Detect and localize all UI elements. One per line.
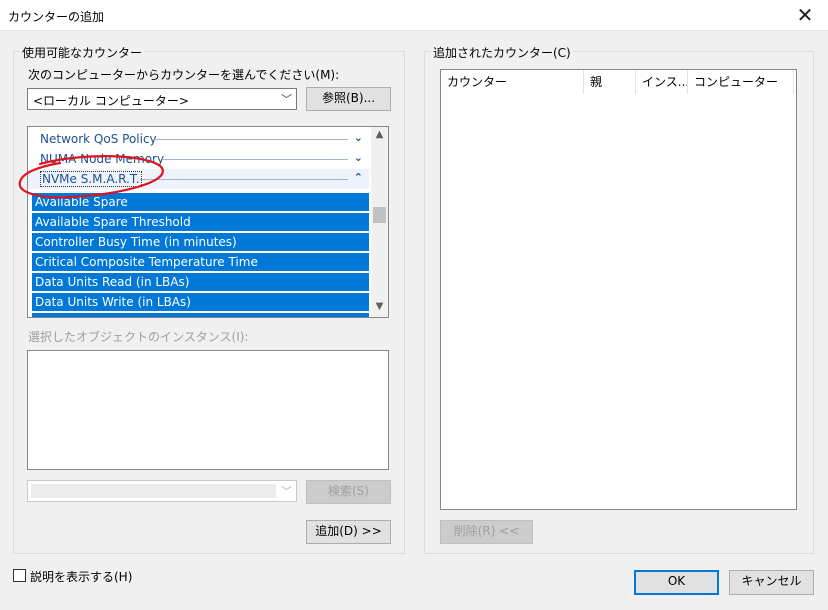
chevron-up-icon[interactable]: ⌃ [354, 171, 363, 184]
counter-item[interactable]: Data Units Read (in LBAs) [32, 273, 369, 291]
computer-select[interactable]: <ローカル コンピューター> ﹀ [27, 88, 297, 110]
close-icon[interactable]: ✕ [782, 0, 828, 31]
scroll-up-arrow-icon[interactable]: ▲ [371, 129, 388, 140]
added-counters-legend: 追加されたカウンター(C) [431, 44, 573, 61]
counter-item-partial [32, 313, 369, 317]
search-combo-field [31, 484, 276, 498]
column-header-parent[interactable]: 親 [584, 70, 636, 94]
column-header-instance[interactable]: インス... [636, 70, 688, 94]
instances-list[interactable] [27, 350, 389, 470]
chevron-down-icon: ﹀ [281, 93, 292, 106]
browse-button[interactable]: 参照(B)... [306, 87, 391, 111]
added-counters-list[interactable]: カウンター 親 インス... コンピューター [440, 69, 797, 510]
counter-item[interactable]: Critical Composite Temperature Time [32, 253, 369, 271]
chevron-down-icon: ﹀ [281, 485, 292, 498]
column-header-counter[interactable]: カウンター [441, 70, 584, 94]
remove-button: 削除(R) << [440, 520, 533, 544]
instances-label: 選択したオブジェクトのインスタンス(I): [28, 330, 249, 344]
counter-item[interactable]: Available Spare Threshold [32, 213, 369, 231]
search-button: 検索(S) [306, 480, 391, 504]
add-button[interactable]: 追加(D) >> [306, 520, 391, 544]
ok-button[interactable]: OK [634, 570, 719, 595]
show-description-label: 説明を表示する(H) [30, 570, 133, 584]
red-annotation-circle [18, 155, 164, 199]
category-divider [152, 139, 348, 140]
title-bar: カウンターの追加 ✕ [0, 0, 828, 31]
show-description-checkbox[interactable] [13, 569, 26, 582]
counter-item[interactable]: Data Units Write (in LBAs) [32, 293, 369, 311]
window-title: カウンターの追加 [8, 10, 105, 24]
available-counters-legend: 使用可能なカウンター [20, 44, 145, 61]
counter-list-scrollbar[interactable]: ▲ ▼ [371, 127, 388, 317]
chevron-down-icon[interactable]: ⌄ [354, 131, 363, 144]
column-header-computer[interactable]: コンピューター [688, 70, 794, 94]
computer-select-value: <ローカル コンピューター> [33, 94, 189, 108]
scrollbar-thumb[interactable] [373, 207, 386, 223]
category-label: Network QoS Policy [40, 132, 157, 146]
category-divider [162, 159, 348, 160]
scroll-down-arrow-icon[interactable]: ▼ [371, 301, 388, 312]
search-combo: ﹀ [27, 480, 297, 502]
computer-select-label: 次のコンピューターからカウンターを選んでください(M): [28, 68, 340, 82]
category-network-qos-policy[interactable]: Network QoS Policy ⌄ [28, 129, 369, 149]
chevron-down-icon[interactable]: ⌄ [354, 151, 363, 164]
cancel-button[interactable]: キャンセル [729, 570, 814, 595]
counter-item[interactable]: Controller Busy Time (in minutes) [32, 233, 369, 251]
